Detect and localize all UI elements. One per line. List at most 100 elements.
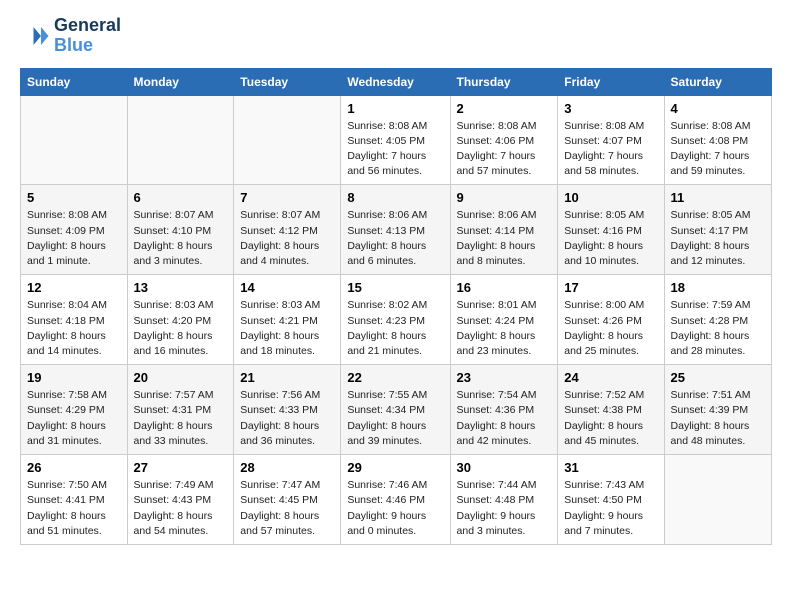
calendar-cell: 15 Sunrise: 8:02 AM Sunset: 4:23 PM Dayli…: [341, 275, 450, 365]
calendar-week-row: 12 Sunrise: 8:04 AM Sunset: 4:18 PM Dayli…: [21, 275, 772, 365]
day-info: Sunrise: 8:08 AM Sunset: 4:07 PM Dayligh…: [564, 119, 657, 180]
day-number: 11: [671, 190, 765, 205]
day-info: Sunrise: 7:59 AM Sunset: 4:28 PM Dayligh…: [671, 298, 765, 359]
day-info: Sunrise: 8:00 AM Sunset: 4:26 PM Dayligh…: [564, 298, 657, 359]
day-number: 23: [457, 370, 552, 385]
day-number: 10: [564, 190, 657, 205]
day-info: Sunrise: 7:56 AM Sunset: 4:33 PM Dayligh…: [240, 388, 334, 449]
calendar-cell: 6Sunrise: 8:07 AM Sunset: 4:10 PM Daylig…: [127, 185, 234, 275]
day-number: 7: [240, 190, 334, 205]
day-info: Sunrise: 8:08 AM Sunset: 4:08 PM Dayligh…: [671, 119, 765, 180]
calendar-week-row: 26 Sunrise: 7:50 AM Sunset: 4:41 PM Dayli…: [21, 455, 772, 545]
day-number: 26: [27, 460, 121, 475]
day-info: Sunrise: 8:08 AM Sunset: 4:09 PM Dayligh…: [27, 208, 121, 269]
weekday-header: Wednesday: [341, 68, 450, 95]
day-info: Sunrise: 7:55 AM Sunset: 4:34 PM Dayligh…: [347, 388, 443, 449]
day-info: Sunrise: 8:07 AM Sunset: 4:12 PM Dayligh…: [240, 208, 334, 269]
day-info: Sunrise: 7:57 AM Sunset: 4:31 PM Dayligh…: [134, 388, 228, 449]
calendar-cell: 20 Sunrise: 7:57 AM Sunset: 4:31 PM Dayli…: [127, 365, 234, 455]
day-number: 24: [564, 370, 657, 385]
day-info: Sunrise: 7:52 AM Sunset: 4:38 PM Dayligh…: [564, 388, 657, 449]
day-number: 28: [240, 460, 334, 475]
day-number: 4: [671, 101, 765, 116]
day-info: Sunrise: 7:51 AM Sunset: 4:39 PM Dayligh…: [671, 388, 765, 449]
calendar-cell: 1 Sunrise: 8:08 AM Sunset: 4:05 PM Daylig…: [341, 95, 450, 185]
calendar-cell: 12 Sunrise: 8:04 AM Sunset: 4:18 PM Dayli…: [21, 275, 128, 365]
calendar-cell: 7 Sunrise: 8:07 AM Sunset: 4:12 PM Daylig…: [234, 185, 341, 275]
calendar-cell: 17Sunrise: 8:00 AM Sunset: 4:26 PM Dayli…: [558, 275, 664, 365]
day-number: 12: [27, 280, 121, 295]
day-info: Sunrise: 8:06 AM Sunset: 4:14 PM Dayligh…: [457, 208, 552, 269]
day-info: Sunrise: 7:46 AM Sunset: 4:46 PM Dayligh…: [347, 478, 443, 539]
calendar-cell: 27Sunrise: 7:49 AM Sunset: 4:43 PM Dayli…: [127, 455, 234, 545]
calendar-cell: 2Sunrise: 8:08 AM Sunset: 4:06 PM Daylig…: [450, 95, 558, 185]
day-info: Sunrise: 8:01 AM Sunset: 4:24 PM Dayligh…: [457, 298, 552, 359]
calendar-cell: [234, 95, 341, 185]
calendar-cell: [127, 95, 234, 185]
day-info: Sunrise: 8:06 AM Sunset: 4:13 PM Dayligh…: [347, 208, 443, 269]
calendar-cell: 28 Sunrise: 7:47 AM Sunset: 4:45 PM Dayli…: [234, 455, 341, 545]
calendar-cell: 21 Sunrise: 7:56 AM Sunset: 4:33 PM Dayli…: [234, 365, 341, 455]
calendar-cell: 23 Sunrise: 7:54 AM Sunset: 4:36 PM Dayli…: [450, 365, 558, 455]
calendar-cell: 30 Sunrise: 7:44 AM Sunset: 4:48 PM Dayli…: [450, 455, 558, 545]
calendar-cell: 26 Sunrise: 7:50 AM Sunset: 4:41 PM Dayli…: [21, 455, 128, 545]
day-number: 14: [240, 280, 334, 295]
day-info: Sunrise: 7:47 AM Sunset: 4:45 PM Dayligh…: [240, 478, 334, 539]
day-number: 3: [564, 101, 657, 116]
calendar-table: SundayMondayTuesdayWednesdayThursdayFrid…: [20, 68, 772, 545]
day-number: 22: [347, 370, 443, 385]
weekday-header: Monday: [127, 68, 234, 95]
day-info: Sunrise: 8:05 AM Sunset: 4:17 PM Dayligh…: [671, 208, 765, 269]
day-number: 2: [457, 101, 552, 116]
day-number: 30: [457, 460, 552, 475]
page-header: General Blue: [20, 16, 772, 56]
day-number: 18: [671, 280, 765, 295]
day-info: Sunrise: 7:54 AM Sunset: 4:36 PM Dayligh…: [457, 388, 552, 449]
page-container: General Blue SundayMondayTuesdayWednesda…: [0, 0, 792, 561]
calendar-cell: 3 Sunrise: 8:08 AM Sunset: 4:07 PM Daylig…: [558, 95, 664, 185]
weekday-header: Thursday: [450, 68, 558, 95]
calendar-cell: 24 Sunrise: 7:52 AM Sunset: 4:38 PM Dayli…: [558, 365, 664, 455]
day-info: Sunrise: 8:03 AM Sunset: 4:21 PM Dayligh…: [240, 298, 334, 359]
day-info: Sunrise: 7:44 AM Sunset: 4:48 PM Dayligh…: [457, 478, 552, 539]
day-number: 19: [27, 370, 121, 385]
calendar-cell: 11 Sunrise: 8:05 AM Sunset: 4:17 PM Dayli…: [664, 185, 771, 275]
day-info: Sunrise: 8:02 AM Sunset: 4:23 PM Dayligh…: [347, 298, 443, 359]
weekday-header: Saturday: [664, 68, 771, 95]
calendar-cell: 13 Sunrise: 8:03 AM Sunset: 4:20 PM Dayli…: [127, 275, 234, 365]
weekday-header: Sunday: [21, 68, 128, 95]
day-number: 5: [27, 190, 121, 205]
calendar-cell: 14 Sunrise: 8:03 AM Sunset: 4:21 PM Dayli…: [234, 275, 341, 365]
day-number: 1: [347, 101, 443, 116]
day-info: Sunrise: 7:43 AM Sunset: 4:50 PM Dayligh…: [564, 478, 657, 539]
day-number: 13: [134, 280, 228, 295]
day-number: 20: [134, 370, 228, 385]
day-number: 21: [240, 370, 334, 385]
day-info: Sunrise: 7:49 AM Sunset: 4:43 PM Dayligh…: [134, 478, 228, 539]
day-info: Sunrise: 8:04 AM Sunset: 4:18 PM Dayligh…: [27, 298, 121, 359]
weekday-header: Friday: [558, 68, 664, 95]
calendar-cell: 19 Sunrise: 7:58 AM Sunset: 4:29 PM Dayli…: [21, 365, 128, 455]
calendar-cell: 4 Sunrise: 8:08 AM Sunset: 4:08 PM Daylig…: [664, 95, 771, 185]
logo-text: General Blue: [54, 16, 121, 56]
day-number: 25: [671, 370, 765, 385]
day-info: Sunrise: 7:50 AM Sunset: 4:41 PM Dayligh…: [27, 478, 121, 539]
day-number: 8: [347, 190, 443, 205]
calendar-cell: 22 Sunrise: 7:55 AM Sunset: 4:34 PM Dayli…: [341, 365, 450, 455]
day-info: Sunrise: 7:58 AM Sunset: 4:29 PM Dayligh…: [27, 388, 121, 449]
calendar-cell: 16 Sunrise: 8:01 AM Sunset: 4:24 PM Dayli…: [450, 275, 558, 365]
day-info: Sunrise: 8:03 AM Sunset: 4:20 PM Dayligh…: [134, 298, 228, 359]
day-number: 31: [564, 460, 657, 475]
day-info: Sunrise: 8:05 AM Sunset: 4:16 PM Dayligh…: [564, 208, 657, 269]
calendar-cell: [21, 95, 128, 185]
day-number: 9: [457, 190, 552, 205]
day-number: 15: [347, 280, 443, 295]
weekday-header-row: SundayMondayTuesdayWednesdayThursdayFrid…: [21, 68, 772, 95]
calendar-cell: 31 Sunrise: 7:43 AM Sunset: 4:50 PM Dayli…: [558, 455, 664, 545]
calendar-week-row: 1 Sunrise: 8:08 AM Sunset: 4:05 PM Daylig…: [21, 95, 772, 185]
logo: General Blue: [20, 16, 121, 56]
logo-icon: [20, 21, 50, 51]
calendar-cell: 25 Sunrise: 7:51 AM Sunset: 4:39 PM Dayli…: [664, 365, 771, 455]
day-number: 16: [457, 280, 552, 295]
day-info: Sunrise: 8:08 AM Sunset: 4:05 PM Dayligh…: [347, 119, 443, 180]
